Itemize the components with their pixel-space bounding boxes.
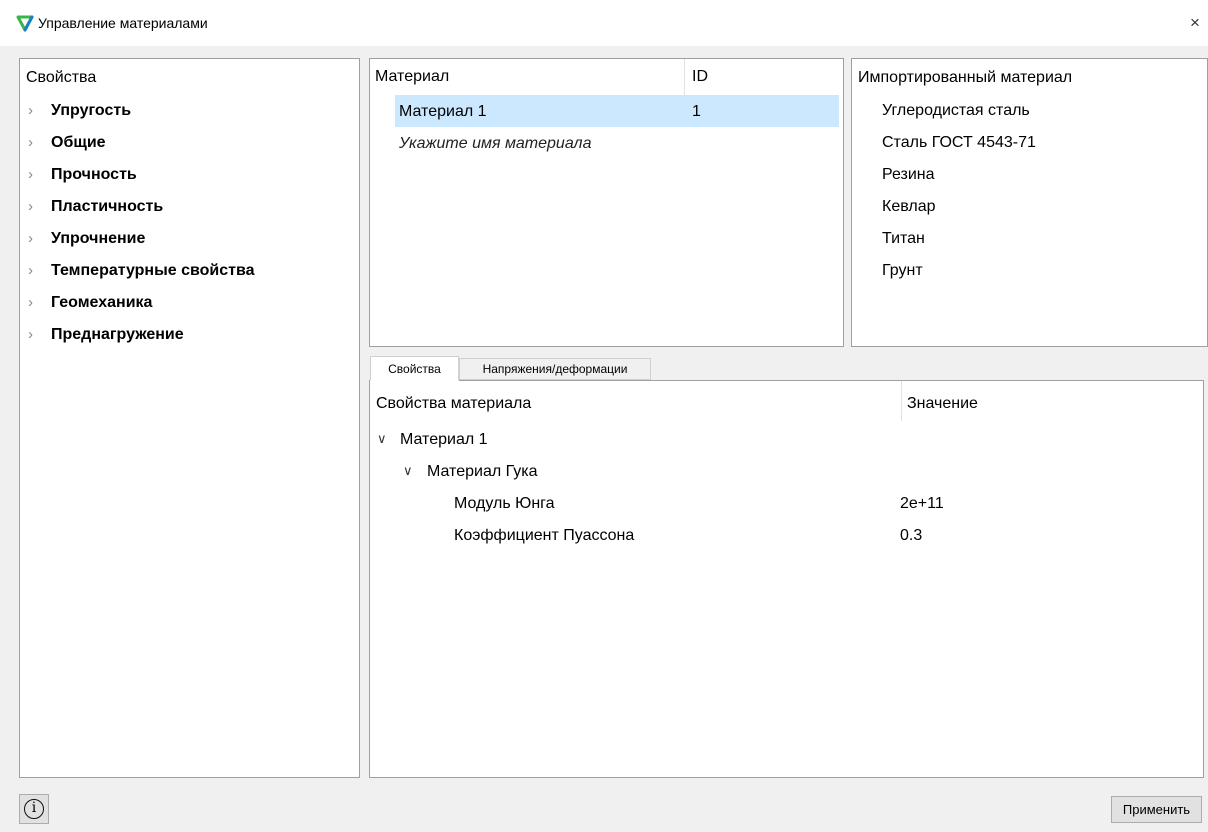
imported-material-item[interactable]: Сталь ГОСТ 4543-71 <box>852 127 1207 159</box>
tree-node-material[interactable]: ∨ Материал 1 <box>370 423 1200 455</box>
new-material-placeholder: Укажите имя материала <box>399 135 592 152</box>
property-group-label: Температурные свойства <box>51 262 255 279</box>
imported-material-item[interactable]: Грунт <box>852 255 1207 287</box>
window-title: Управление материалами <box>38 15 208 31</box>
property-value[interactable]: 2e+11 <box>900 495 944 513</box>
property-group-geomechanics[interactable]: › Геомеханика <box>20 287 359 319</box>
material-row[interactable]: Материал 1 1 <box>395 95 839 127</box>
column-divider[interactable] <box>684 59 685 95</box>
property-group-preload[interactable]: › Преднагружение <box>20 319 359 351</box>
chevron-right-icon: › <box>28 134 33 151</box>
property-value[interactable]: 0.3 <box>900 527 922 545</box>
chevron-right-icon: › <box>28 102 33 119</box>
chevron-right-icon: › <box>28 198 33 215</box>
property-group-label: Упрочнение <box>51 230 146 247</box>
property-group-label: Геомеханика <box>51 294 153 311</box>
column-header-id[interactable]: ID <box>692 68 708 86</box>
tree-node-label: Материал Гука <box>427 463 538 480</box>
material-name: Материал 1 <box>399 103 487 120</box>
title-bar: Управление материалами × <box>0 0 1208 46</box>
info-button[interactable]: i <box>19 794 49 824</box>
column-header-value[interactable]: Значение <box>907 395 978 413</box>
material-properties-tree: Свойства материала Значение ∨ Материал 1… <box>369 380 1204 778</box>
imported-material-item[interactable]: Кевлар <box>852 191 1207 223</box>
column-divider[interactable] <box>901 381 902 421</box>
property-group-label: Преднагружение <box>51 326 184 343</box>
property-group-label: Общие <box>51 134 106 151</box>
materials-table: Материал ID Материал 1 1 Укажите имя мат… <box>369 58 844 347</box>
tree-row-youngs-modulus[interactable]: Модуль Юнга 2e+11 <box>370 487 1200 519</box>
material-id: 1 <box>692 103 701 120</box>
chevron-right-icon: › <box>28 230 33 247</box>
chevron-right-icon: › <box>28 262 33 279</box>
property-group-elasticity[interactable]: › Упругость <box>20 95 359 127</box>
imported-material-item[interactable]: Углеродистая сталь <box>852 95 1207 127</box>
property-group-label: Прочность <box>51 166 137 183</box>
properties-header: Свойства <box>26 69 97 86</box>
property-group-hardening[interactable]: › Упрочнение <box>20 223 359 255</box>
property-label: Модуль Юнга <box>454 495 555 512</box>
materials-table-header: Материал ID <box>370 59 843 95</box>
tree-header: Свойства материала Значение <box>370 381 1203 421</box>
column-header-property[interactable]: Свойства материала <box>376 395 531 413</box>
close-icon[interactable]: × <box>1182 10 1208 36</box>
tab-stress-strain[interactable]: Напряжения/деформации <box>459 358 651 380</box>
property-group-strength[interactable]: › Прочность <box>20 159 359 191</box>
property-group-label: Пластичность <box>51 198 164 215</box>
chevron-down-icon[interactable]: ∨ <box>403 463 413 479</box>
property-group-label: Упругость <box>51 102 132 119</box>
tab-properties[interactable]: Свойства <box>370 356 459 381</box>
column-header-material[interactable]: Материал <box>375 68 449 86</box>
property-group-plasticity[interactable]: › Пластичность <box>20 191 359 223</box>
chevron-right-icon: › <box>28 326 33 343</box>
tree-row-poisson-ratio[interactable]: Коэффициент Пуассона 0.3 <box>370 519 1200 551</box>
info-icon: i <box>24 799 44 819</box>
tree-node-hooke-material[interactable]: ∨ Материал Гука <box>370 455 1200 487</box>
imported-header: Импортированный материал <box>858 69 1073 86</box>
apply-button[interactable]: Применить <box>1111 796 1202 823</box>
app-logo-icon <box>16 15 34 32</box>
property-label: Коэффициент Пуассона <box>454 527 635 544</box>
chevron-right-icon: › <box>28 294 33 311</box>
imported-materials-panel: Импортированный материал Углеродистая ст… <box>851 58 1208 347</box>
imported-material-item[interactable]: Титан <box>852 223 1207 255</box>
imported-material-item[interactable]: Резина <box>852 159 1207 191</box>
chevron-down-icon[interactable]: ∨ <box>377 431 387 447</box>
chevron-right-icon: › <box>28 166 33 183</box>
properties-panel: Свойства › Упругость › Общие › Прочность › П… <box>19 58 360 778</box>
property-group-general[interactable]: › Общие <box>20 127 359 159</box>
new-material-row[interactable]: Укажите имя материала <box>395 127 839 159</box>
tree-node-label: Материал 1 <box>400 431 488 448</box>
property-group-thermal[interactable]: › Температурные свойства <box>20 255 359 287</box>
